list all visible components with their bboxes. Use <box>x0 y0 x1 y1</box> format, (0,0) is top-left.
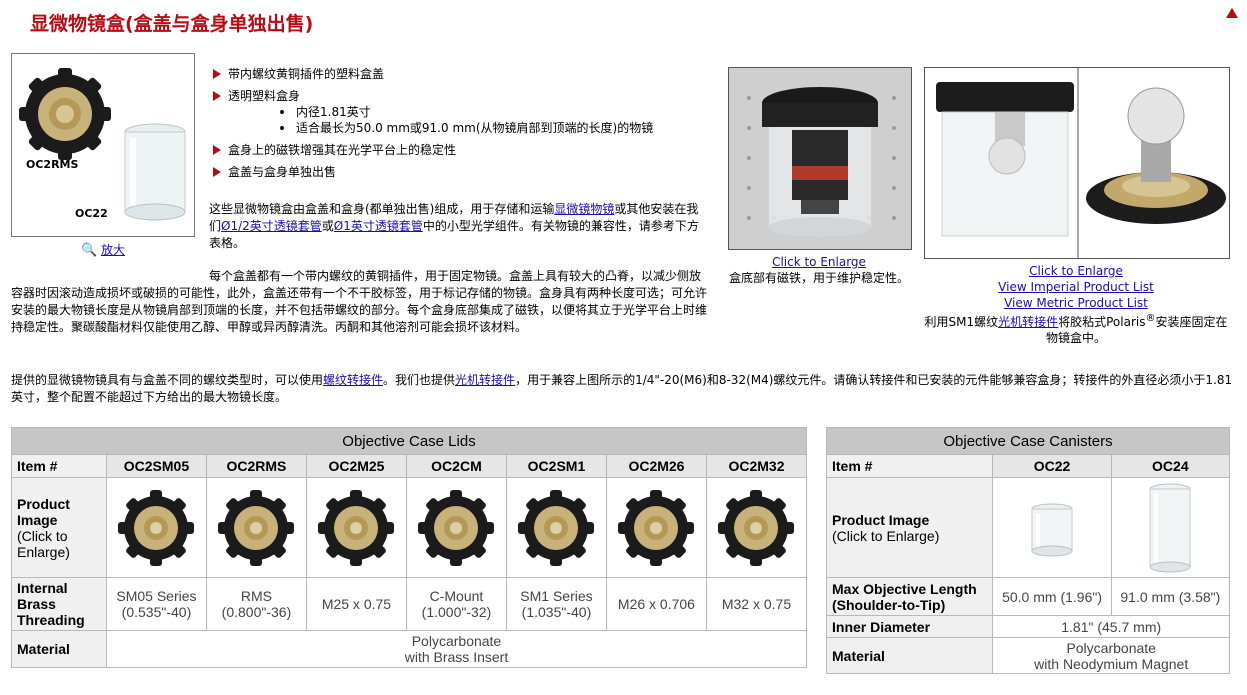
item-number: OC2M32 <box>705 454 808 478</box>
thread-value: C-Mount (1.000"-32) <box>405 577 507 631</box>
lid-image[interactable] <box>405 477 507 578</box>
item-number: OC2SM1 <box>505 454 607 478</box>
polaris-photo-caption: Click to Enlarge View Imperial Product L… <box>924 264 1228 345</box>
table-title: Objective Case Lids <box>11 427 807 455</box>
half-inch-lens-tube-link[interactable]: Ø1/2英寸透镜套管 <box>221 219 322 233</box>
row-header: Max Objective Length (Shoulder-to-Tip) <box>825 577 994 616</box>
row-header: Internal Brass Threading <box>11 577 107 631</box>
canister-label: OC22 <box>75 207 108 220</box>
lid-image[interactable] <box>205 477 307 578</box>
row-header: Product Image (Click to Enlarge) <box>11 477 107 578</box>
material-value: Polycarbonate with Neodymium Magnet <box>992 637 1230 674</box>
optomech-adapter-link[interactable]: 光机转接件 <box>455 373 515 387</box>
material-value: Polycarbonate with Brass Insert <box>105 630 808 668</box>
length-value: 91.0 mm (3.58") <box>1110 577 1231 616</box>
lid-label: OC2RMS <box>26 158 79 171</box>
magnet-photo-illustration <box>729 68 911 249</box>
polaris-photo-illustration <box>925 68 1229 258</box>
feature-subbullet: 适合最长为50.0 mm或91.0 mm(从物镜肩部到顶端的长度)的物镜 <box>279 121 654 135</box>
details-paragraph: 每个盒盖都有一个带内螺纹的黄铜插件，用于固定物镜。盒盖上具有较大的凸脊，以减少侧… <box>11 269 708 334</box>
diameter-value: 1.81" (45.7 mm) <box>992 615 1230 638</box>
enlarge-link[interactable]: Click to Enlarge <box>1029 264 1123 278</box>
item-number: OC22 <box>992 454 1112 478</box>
row-header: Product Image (Click to Enlarge) <box>825 477 994 578</box>
row-header: Material <box>825 637 994 674</box>
magnet-photo-caption: Click to Enlarge 盒底部有磁铁，用于维护稳定性。 <box>728 255 909 285</box>
feature-subbullet: 内径1.81英寸 <box>280 105 371 119</box>
objective-case-lids-table: Objective Case Lids Item # OC2SM05 OC2RM… <box>11 427 808 668</box>
lid-image[interactable] <box>705 477 808 578</box>
canister-image[interactable] <box>992 477 1112 578</box>
magnet-photo[interactable] <box>728 67 912 250</box>
description-paragraph: 这些显微物镜盒由盒盖和盒身(都单独出售)组成，用于存储和运输显微镜物镜或其他安装… <box>209 202 699 250</box>
feature-bullet: 带内螺纹黄铜插件的塑料盒盖 <box>213 66 384 82</box>
lid-illustration <box>318 489 395 566</box>
item-number: OC24 <box>1110 454 1231 478</box>
lid-image[interactable] <box>605 477 707 578</box>
canister-illustration <box>1149 483 1191 572</box>
product-image[interactable]: OC2RMS OC22 <box>11 53 195 237</box>
objectives-link[interactable]: 显微镜物镜 <box>554 202 614 216</box>
lid-illustration <box>618 489 695 566</box>
item-number: OC2M25 <box>305 454 407 478</box>
thread-value: M25 x 0.75 <box>305 577 407 631</box>
row-header: Item # <box>825 454 994 478</box>
adapters-paragraph: 提供的显微镜物镜具有与盒盖不同的螺纹类型时，可以使用螺纹转接件。我们也提供光机转… <box>11 373 1233 404</box>
row-header: Material <box>11 630 107 668</box>
one-inch-lens-tube-link[interactable]: Ø1英寸透镜套管 <box>334 219 423 233</box>
lid-illustration <box>518 489 595 566</box>
metric-list-link[interactable]: View Metric Product List <box>1004 296 1148 310</box>
enlarge-link[interactable]: Click to Enlarge <box>772 255 866 269</box>
objective-case-canisters-table: Objective Case Canisters Item # OC22 OC2… <box>825 427 1231 674</box>
thread-value: M26 x 0.706 <box>605 577 707 631</box>
canister-illustration <box>1031 503 1073 556</box>
feature-bullet: 透明塑料盒身 <box>213 88 300 104</box>
item-number: OC2M26 <box>605 454 707 478</box>
thread-adapter-link[interactable]: 螺纹转接件 <box>323 373 383 387</box>
thread-value: RMS (0.800"-36) <box>205 577 307 631</box>
lid-illustration <box>218 489 295 566</box>
row-header: Item # <box>11 454 107 478</box>
enlarge-control[interactable]: 🔍 放大 <box>81 241 125 258</box>
enlarge-link[interactable]: 放大 <box>101 243 125 257</box>
bullet-arrow-icon <box>213 69 221 79</box>
magnifier-icon: 🔍 <box>81 243 98 258</box>
lid-illustration <box>118 489 195 566</box>
lid-illustration <box>718 489 795 566</box>
item-number: OC2CM <box>405 454 507 478</box>
length-value: 50.0 mm (1.96") <box>992 577 1112 616</box>
row-header: Inner Diameter <box>825 615 994 638</box>
polaris-mount-photo[interactable] <box>924 67 1230 259</box>
lid-illustration <box>418 489 495 566</box>
lid-image[interactable] <box>505 477 607 578</box>
thread-value: M32 x 0.75 <box>705 577 808 631</box>
thread-value: SM1 Series (1.035"-40) <box>505 577 607 631</box>
bullet-arrow-icon <box>213 91 221 101</box>
feature-bullet: 盒盖与盒身单独出售 <box>213 164 336 180</box>
feature-bullet: 盒身上的磁铁增强其在光学平台上的稳定性 <box>213 142 456 158</box>
bullet-arrow-icon <box>213 145 221 155</box>
imperial-list-link[interactable]: View Imperial Product List <box>998 280 1154 294</box>
item-number: OC2SM05 <box>105 454 207 478</box>
bullet-arrow-icon <box>213 167 221 177</box>
item-number: OC2RMS <box>205 454 307 478</box>
canister-image[interactable] <box>1110 477 1231 578</box>
lid-image[interactable] <box>105 477 207 578</box>
lid-image[interactable] <box>305 477 407 578</box>
thread-value: SM05 Series (0.535"-40) <box>105 577 207 631</box>
table-title: Objective Case Canisters <box>826 427 1230 455</box>
optomech-adapter-link[interactable]: 光机转接件 <box>998 315 1058 329</box>
back-to-top-icon[interactable] <box>1226 8 1238 18</box>
page-title: 显微物镜盒(盒盖与盒身单独出售) <box>30 13 314 35</box>
